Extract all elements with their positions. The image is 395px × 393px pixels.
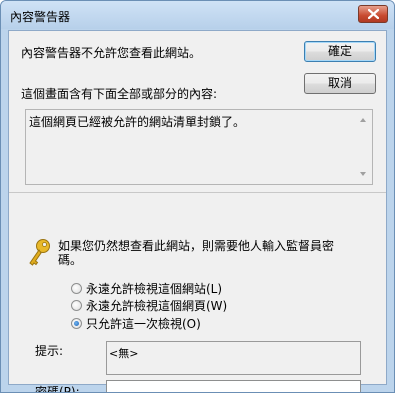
password-field[interactable] xyxy=(106,380,361,392)
close-button[interactable] xyxy=(358,5,388,23)
hint-box: <無> xyxy=(106,341,361,375)
scroll-down-icon[interactable] xyxy=(360,172,366,176)
radio-label: 只允許這一次檢視(O) xyxy=(86,317,201,331)
content-advisor-window: 內容警告器 內容警告器不允許您查看此網站。 確定 取消 這個畫面含有下面全部或部… xyxy=(0,0,395,393)
supervisor-prompt-line1: 如果您仍然想查看此網站，則需要他人輸入監督員密 xyxy=(58,239,335,253)
hint-label: 提示: xyxy=(35,344,64,358)
radio-button-selected-icon[interactable] xyxy=(71,318,82,329)
block-message: 內容警告器不允許您查看此網站。 xyxy=(21,46,202,60)
title-bar: 內容警告器 xyxy=(1,1,394,29)
hint-value: <無> xyxy=(109,347,139,360)
radio-button-icon[interactable] xyxy=(71,283,82,294)
cancel-button[interactable]: 取消 xyxy=(304,73,376,94)
radio-label: 永遠允許檢視這個網站(L) xyxy=(86,282,223,296)
radio-allow-once[interactable]: 只允許這一次檢視(O) xyxy=(71,315,201,332)
ok-button[interactable]: 確定 xyxy=(304,41,376,62)
dialog-body: 內容警告器不允許您查看此網站。 確定 取消 這個畫面含有下面全部或部分的內容: … xyxy=(8,30,387,392)
rating-content-box[interactable]: 這個網頁已經被允許的網站清單封鎖了。 xyxy=(25,109,373,185)
supervisor-section: 如果您仍然想查看此網站，則需要他人輸入監督員密 碼。 永遠允許檢視這個網站(L)… xyxy=(9,193,386,392)
key-icon xyxy=(29,239,50,266)
password-label: 密碼(P): xyxy=(35,385,80,393)
vertical-scrollbar[interactable] xyxy=(355,110,372,184)
close-icon xyxy=(368,9,379,19)
content-description-label: 這個畫面含有下面全部或部分的內容: xyxy=(21,87,218,101)
window-title: 內容警告器 xyxy=(10,10,71,24)
rating-content-text: 這個網頁已經被允許的網站清單封鎖了。 xyxy=(29,115,246,129)
scroll-up-icon[interactable] xyxy=(360,118,366,122)
radio-label: 永遠允許檢視這個網頁(W) xyxy=(86,299,228,313)
supervisor-prompt-line2: 碼。 xyxy=(58,253,83,267)
radio-always-allow-page[interactable]: 永遠允許檢視這個網頁(W) xyxy=(71,297,227,314)
radio-button-icon[interactable] xyxy=(71,300,82,311)
radio-always-allow-site[interactable]: 永遠允許檢視這個網站(L) xyxy=(71,280,222,297)
